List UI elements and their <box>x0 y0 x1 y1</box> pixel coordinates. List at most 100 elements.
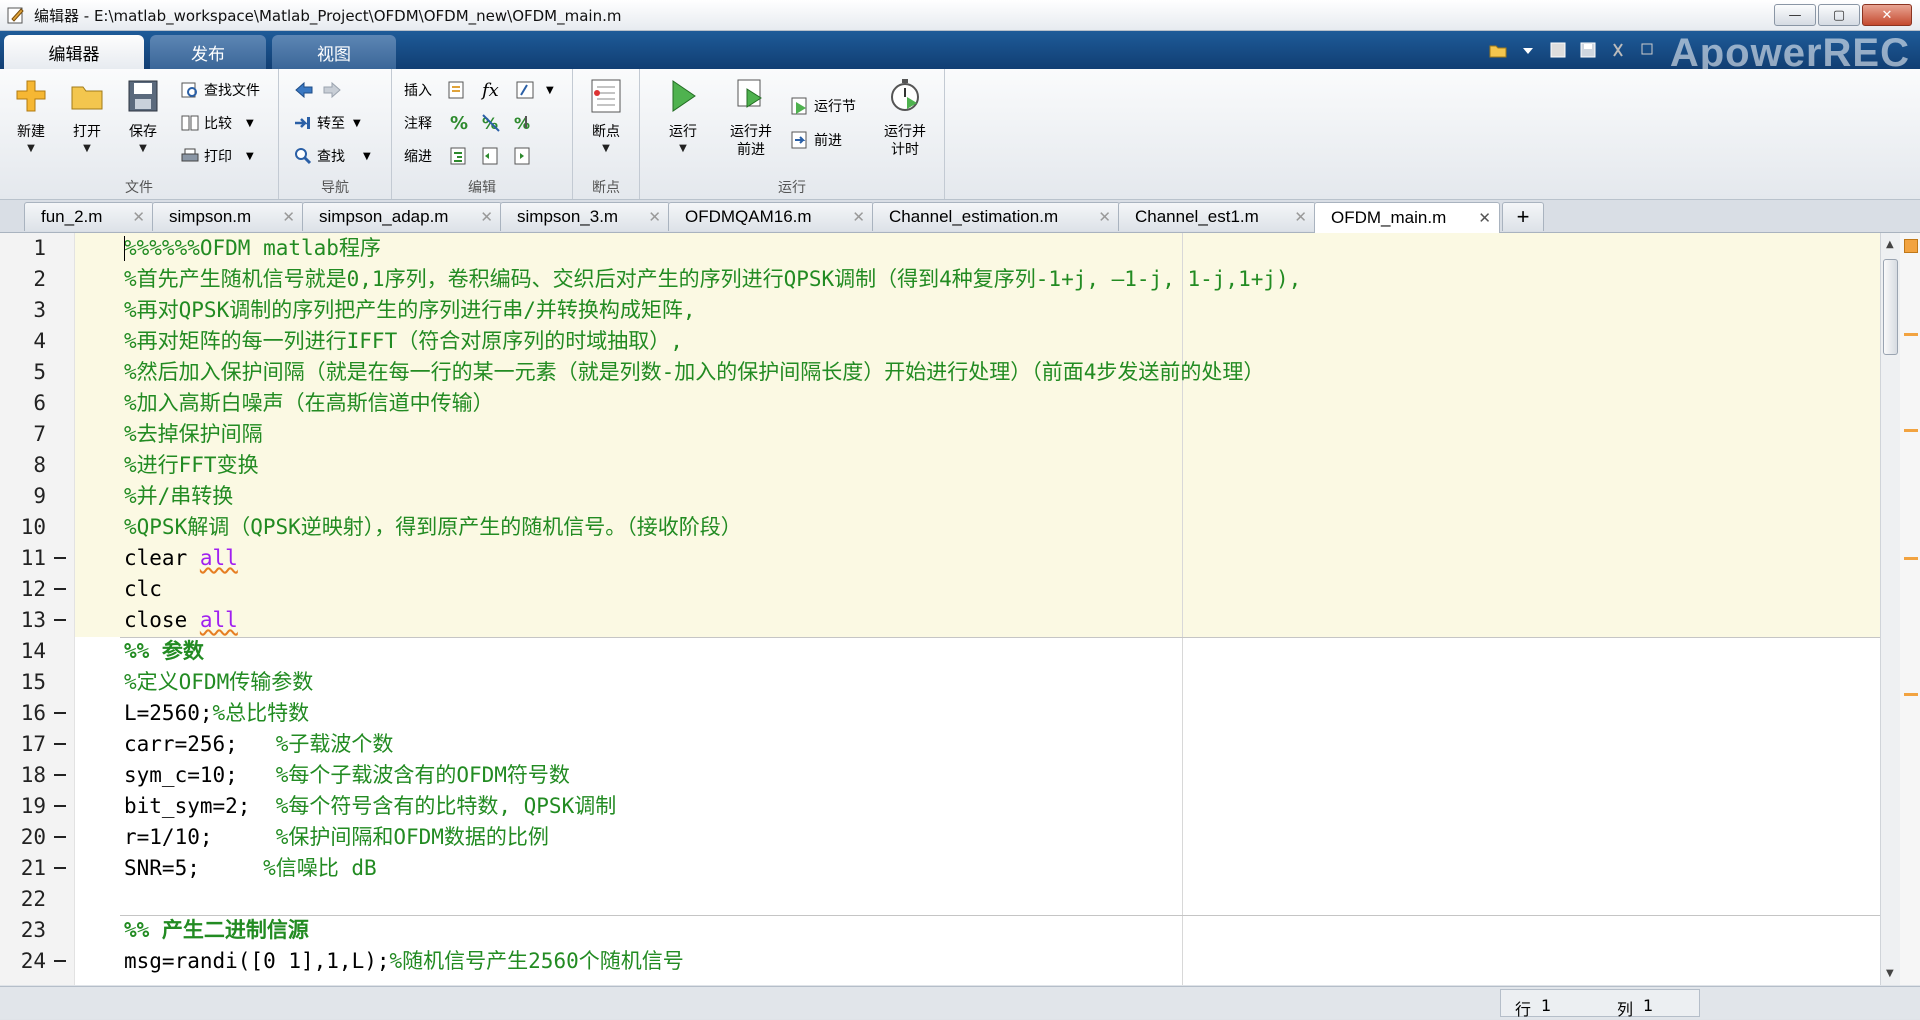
code-line[interactable]: 9 %并/串转换 <box>0 481 1880 512</box>
code-line[interactable]: 21 SNR=5; %信噪比 dB <box>0 853 1880 884</box>
save-icon[interactable] <box>1578 40 1598 60</box>
breakpoint-dash[interactable] <box>54 836 66 838</box>
file-tab[interactable]: OFDMQAM16.m ✕ <box>668 202 874 231</box>
run-button[interactable]: 运行 ▼ <box>658 77 708 154</box>
code-line[interactable]: 12 clc <box>0 574 1880 605</box>
close-button[interactable]: ✕ <box>1862 4 1912 26</box>
smart-indent-icon[interactable] <box>448 145 470 167</box>
close-tab-icon[interactable]: ✕ <box>1478 209 1491 227</box>
code-line[interactable]: 5 %然后加入保护间隔（就是在每一行的某一元素（就是列数-加入的保护间隔长度）开始… <box>0 357 1880 388</box>
breakpoints-button[interactable]: 断点 ▼ <box>581 77 631 154</box>
close-tab-icon[interactable]: ✕ <box>1098 208 1111 226</box>
tab-editor[interactable]: 编辑器 <box>4 35 144 69</box>
code-line[interactable]: 17 carr=256; %子载波个数 <box>0 729 1880 760</box>
close-tab-icon[interactable]: ✕ <box>282 208 295 226</box>
run-section-button[interactable]: 运行节 <box>790 95 856 117</box>
code-line[interactable]: 16 L=2560;%总比特数 <box>0 698 1880 729</box>
warning-marker[interactable] <box>1904 693 1918 696</box>
print-button[interactable]: 打印 ▼ <box>180 145 254 167</box>
insert-function-icon[interactable]: fx <box>482 79 499 101</box>
maximize-button[interactable]: ▢ <box>1818 4 1860 26</box>
code-line[interactable]: 3 %再对QPSK调制的序列把产生的序列进行串/并转换构成矩阵, <box>0 295 1880 326</box>
forward-arrow-icon[interactable] <box>321 79 343 101</box>
scroll-down-arrow-icon[interactable]: ▼ <box>1886 968 1894 979</box>
cut-icon[interactable] <box>1608 40 1628 60</box>
code-line[interactable]: 2 %首先产生随机信号就是0,1序列，卷积编码、交织后对产生的序列进行QPSK调制… <box>0 264 1880 295</box>
file-tab[interactable]: Channel_est1.m ✕ <box>1118 202 1316 231</box>
breakpoint-dash[interactable] <box>54 774 66 776</box>
code-line[interactable]: 18 sym_c=10; %每个子载波含有的OFDM符号数 <box>0 760 1880 791</box>
dropdown-arrow-icon[interactable] <box>1518 40 1538 60</box>
code-line[interactable]: 11 clear all <box>0 543 1880 574</box>
code-line[interactable]: 14 %% 参数 <box>0 636 1880 667</box>
find-files-button[interactable]: 查找文件 <box>180 79 260 101</box>
code-line[interactable]: 1 %%%%%%OFDM matlab程序 <box>0 233 1880 264</box>
tab-view[interactable]: 视图 <box>272 35 396 69</box>
code-line[interactable]: 10 %QPSK解调（QPSK逆映射），得到原产生的随机信号。（接收阶段） <box>0 512 1880 543</box>
code-text: %%%%%%OFDM matlab程序 <box>124 233 381 264</box>
file-tab[interactable]: Channel_estimation.m ✕ <box>872 202 1120 231</box>
code-line[interactable]: 15 %定义OFDM传输参数 <box>0 667 1880 698</box>
close-tab-icon[interactable]: ✕ <box>1294 208 1307 226</box>
format-icon[interactable] <box>514 79 536 101</box>
code-line[interactable]: 6 %加入高斯白噪声（在高斯信道中传输） <box>0 388 1880 419</box>
scrollbar-thumb[interactable] <box>1883 259 1898 355</box>
scroll-up-arrow-icon[interactable]: ▲ <box>1886 239 1894 250</box>
new-button[interactable]: 新建 ▼ <box>6 77 56 154</box>
new-tab-button[interactable]: + <box>1502 202 1544 231</box>
save-as-icon[interactable] <box>1548 40 1568 60</box>
vertical-scrollbar[interactable]: ▲ ▼ <box>1880 233 1901 985</box>
breakpoint-dash[interactable] <box>54 588 66 590</box>
code-line[interactable]: 8 %进行FFT变换 <box>0 450 1880 481</box>
close-tab-icon[interactable]: ✕ <box>480 208 493 226</box>
breakpoint-dash[interactable] <box>54 557 66 559</box>
save-button[interactable]: 保存 ▼ <box>118 77 168 154</box>
breakpoint-dash[interactable] <box>54 960 66 962</box>
breakpoint-dash[interactable] <box>54 743 66 745</box>
file-tab[interactable]: fun_2.m ✕ <box>24 202 154 231</box>
comment-percent-icon[interactable]: % <box>450 112 468 134</box>
code-editor[interactable]: 1 %%%%%%OFDM matlab程序 2 %首先产生随机信号就是0,1序列，卷积… <box>0 233 1880 985</box>
code-line[interactable]: 22 <box>0 884 1880 915</box>
breakpoint-dash[interactable] <box>54 867 66 869</box>
code-line[interactable]: 13 close all <box>0 605 1880 636</box>
close-tab-icon[interactable]: ✕ <box>648 208 661 226</box>
close-tab-icon[interactable]: ✕ <box>852 208 865 226</box>
find-button[interactable]: 查找 ▼ <box>293 145 371 167</box>
warning-marker[interactable] <box>1904 429 1918 432</box>
close-tab-icon[interactable]: ✕ <box>132 208 145 226</box>
goto-button[interactable]: 转至 ▼ <box>293 112 361 134</box>
folder-icon[interactable] <box>1488 40 1508 60</box>
back-arrow-icon[interactable] <box>293 79 315 101</box>
code-line[interactable]: 19 bit_sym=2; %每个符号含有的比特数, QPSK调制 <box>0 791 1880 822</box>
file-tab[interactable]: simpson_3.m ✕ <box>500 202 670 231</box>
warning-marker[interactable] <box>1904 557 1918 560</box>
file-tab[interactable]: simpson.m ✕ <box>152 202 304 231</box>
indent-icon[interactable] <box>480 145 502 167</box>
code-line[interactable]: 24 msg=randi([0 1],1,L);%随机信号产生2560个随机信号 <box>0 946 1880 977</box>
copy-icon[interactable] <box>1638 40 1658 60</box>
breakpoint-dash[interactable] <box>54 619 66 621</box>
tab-publish[interactable]: 发布 <box>150 35 266 69</box>
run-and-advance-button[interactable]: 运行并 前进 <box>726 77 776 159</box>
chevron-down-icon[interactable]: ▼ <box>546 79 554 101</box>
warning-marker[interactable] <box>1904 333 1918 336</box>
wrap-comment-icon[interactable]: % <box>512 112 534 134</box>
code-line[interactable]: 7 %去掉保护间隔 <box>0 419 1880 450</box>
insert-icon[interactable] <box>446 79 468 101</box>
compare-button[interactable]: 比较 ▼ <box>180 112 254 134</box>
file-tab-active[interactable]: OFDM_main.m ✕ <box>1314 202 1500 233</box>
uncomment-icon[interactable]: % <box>480 112 502 134</box>
code-line[interactable]: 4 %再对矩阵的每一列进行IFFT（符合对原序列的时域抽取）, <box>0 326 1880 357</box>
breakpoint-dash[interactable] <box>54 805 66 807</box>
warning-indicator-icon[interactable] <box>1904 239 1918 253</box>
advance-button[interactable]: 前进 <box>790 129 842 151</box>
breakpoint-dash[interactable] <box>54 712 66 714</box>
file-tab[interactable]: simpson_adap.m ✕ <box>302 202 502 231</box>
open-button[interactable]: 打开 ▼ <box>62 77 112 154</box>
run-and-time-button[interactable]: 运行并 计时 <box>880 77 930 159</box>
minimize-button[interactable]: — <box>1774 4 1816 26</box>
outdent-icon[interactable] <box>512 145 534 167</box>
code-line[interactable]: 20 r=1/10; %保护间隔和OFDM数据的比例 <box>0 822 1880 853</box>
code-line[interactable]: 23 %% 产生二进制信源 <box>0 915 1880 946</box>
